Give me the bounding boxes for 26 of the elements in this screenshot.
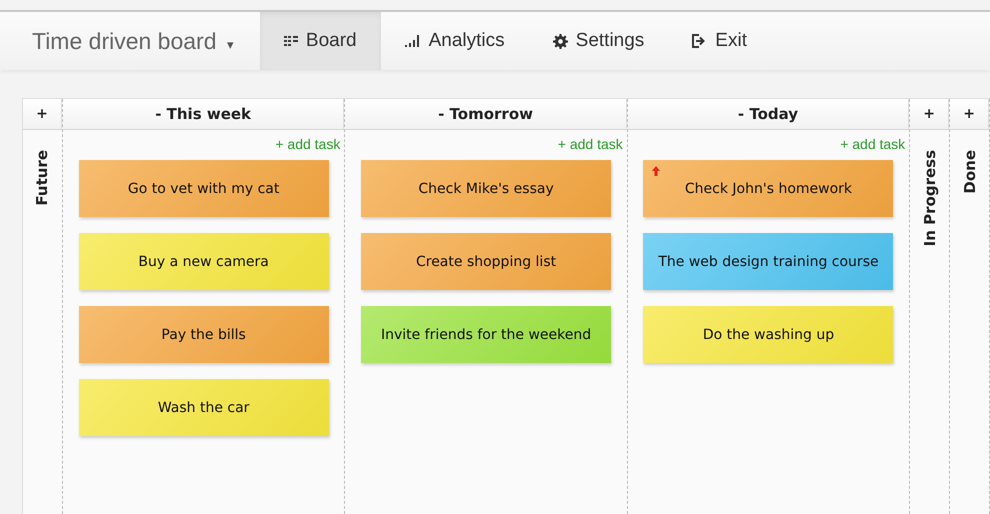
task-card[interactable]: Wash the car — [78, 379, 329, 436]
task-card[interactable]: Do the washing up — [643, 306, 894, 363]
nav-tab[interactable]: Analytics — [380, 12, 529, 70]
column-title: Future — [33, 150, 52, 206]
nav-tab[interactable]: Exit — [668, 12, 771, 70]
task-card[interactable]: Check John's homework — [643, 160, 894, 217]
column-title: In Progress — [920, 150, 939, 246]
task-card[interactable]: Create shopping list — [361, 233, 612, 290]
nav-tab[interactable]: Settings — [528, 12, 668, 70]
column-title[interactable]: - Today — [734, 105, 802, 123]
add-task-link[interactable]: + add task — [558, 136, 623, 152]
settings-icon — [552, 34, 568, 48]
task-card[interactable]: The web design training course — [643, 233, 894, 290]
grid-icon — [284, 36, 298, 46]
signal-bars-icon — [404, 35, 421, 47]
task-card[interactable]: Invite friends for the weekend — [361, 306, 612, 363]
nav-tab[interactable]: Board — [260, 12, 381, 70]
task-card[interactable]: Buy a new camera — [78, 233, 329, 290]
task-card[interactable]: Pay the bills — [78, 306, 329, 363]
column-title: Done — [960, 150, 979, 194]
exit-icon — [692, 34, 708, 48]
add-task-link[interactable]: + add task — [275, 136, 340, 152]
add-task-link[interactable]: + add task — [840, 136, 906, 152]
board-menu[interactable]: Time driven board ▾ — [6, 12, 260, 70]
task-card[interactable]: Check Mike's essay — [361, 160, 612, 217]
task-card[interactable]: Go to vet with my cat — [78, 160, 329, 217]
